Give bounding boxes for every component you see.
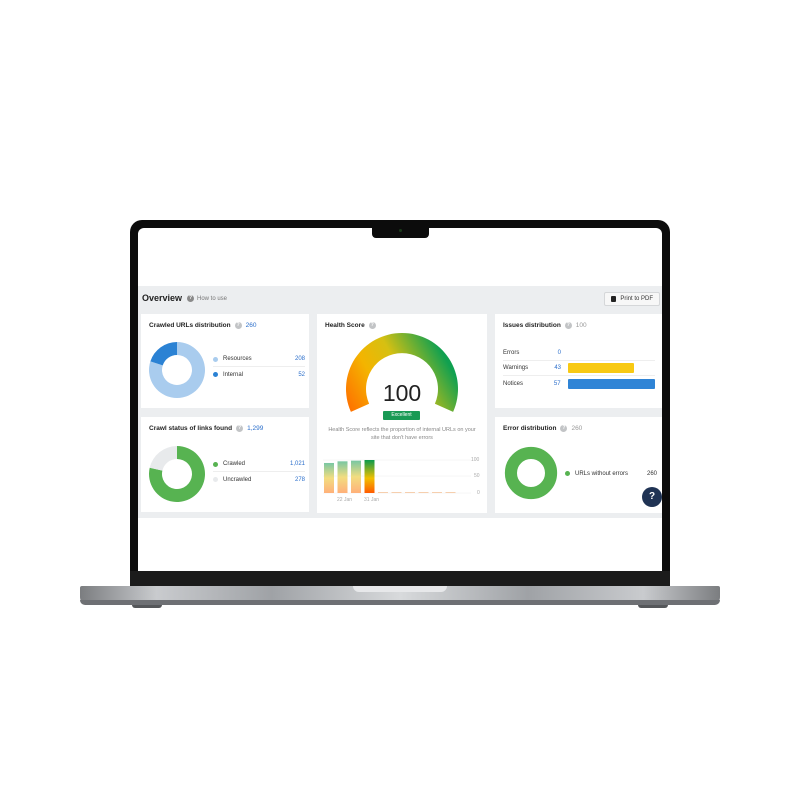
history-bar[interactable] (324, 462, 334, 493)
health-score-badge: Excellent (383, 411, 420, 420)
y-tick-label: 50 (474, 473, 480, 479)
issues-row-warnings[interactable]: Warnings 43 (503, 361, 655, 376)
legend-dot (213, 356, 218, 362)
donut-slice[interactable] (149, 446, 177, 471)
legend-dot (565, 471, 570, 476)
total-count: 260 (571, 425, 583, 432)
laptop-chin (130, 571, 670, 586)
info-icon[interactable]: ? (236, 425, 244, 432)
laptop-thumb-notch (353, 586, 447, 592)
issue-value[interactable]: 43 (545, 365, 561, 371)
legend-dot (213, 372, 218, 377)
health-score-value: 100 (382, 380, 422, 406)
print-label: Print to PDF (620, 296, 653, 302)
info-icon[interactable]: ? (560, 425, 568, 432)
help-button[interactable]: ? (642, 487, 662, 507)
crawled-urls-card: Crawled URLs distribution ? 260 Resource… (141, 314, 309, 408)
legend-item-resources[interactable]: Resources 208 (213, 352, 305, 367)
issue-value[interactable]: 0 (545, 350, 561, 356)
legend-value[interactable]: 260 (647, 471, 657, 477)
print-to-pdf-button[interactable]: Print to PDF (604, 292, 660, 306)
crawled-urls-donut (149, 342, 205, 398)
issue-label: Errors (503, 350, 520, 356)
crawl-status-donut (149, 446, 205, 502)
y-tick-label: 100 (471, 457, 480, 463)
card-title-text: Crawl status of links found (149, 425, 233, 432)
camera-icon (399, 229, 402, 232)
dashboard: Overview ? How to use Print to PDF Crawl… (138, 286, 662, 518)
issue-label: Notices (503, 380, 524, 387)
crawled-urls-legend: Resources 208 Internal 52 (213, 352, 305, 382)
donut-slice[interactable] (504, 446, 558, 500)
history-bar[interactable] (351, 460, 361, 493)
total-count: 100 (575, 322, 587, 329)
issues-distribution-card: Issues distribution ? 100 Errors 0 Warni… (495, 314, 662, 408)
laptop-screen: Overview ? How to use Print to PDF Crawl… (138, 228, 662, 571)
legend-dot (213, 461, 218, 467)
card-title: Crawled URLs distribution ? 260 (149, 322, 256, 329)
card-title-text: Issues distribution (503, 322, 561, 329)
camera-notch (372, 226, 429, 238)
legend-label: Uncrawled (223, 476, 252, 483)
donut-slice[interactable] (150, 342, 177, 366)
issues-row-errors[interactable]: Errors 0 (503, 346, 655, 361)
card-title-text: Health Score (325, 322, 365, 329)
laptop-mockup: Overview ? How to use Print to PDF Crawl… (0, 0, 800, 800)
overview-header: Overview ? How to use Print to PDF (138, 286, 662, 312)
legend-value[interactable]: 208 (295, 356, 305, 362)
legend-label: URLs without errors (575, 470, 629, 477)
error-distribution-donut (504, 446, 558, 500)
history-bar[interactable] (364, 460, 375, 493)
legend-label: Crawled (223, 461, 246, 467)
issue-bar (567, 378, 655, 389)
info-icon[interactable]: ? (564, 322, 572, 329)
issue-bar (568, 363, 635, 373)
how-to-use-label: How to use (197, 295, 228, 302)
card-title-text: Error distribution (503, 425, 557, 432)
crawl-status-legend: Crawled 1,021 Uncrawled 278 (213, 457, 305, 487)
health-score-card: Health Score ? 100 Excellent Health Scor… (317, 314, 487, 513)
page-title: Overview (142, 293, 183, 303)
card-title: Error distribution ? 260 (503, 425, 582, 432)
legend-value[interactable]: 278 (295, 477, 305, 483)
legend-item-urls-without-errors[interactable]: URLs without errors 260 (565, 466, 657, 481)
crawl-status-card: Crawl status of links found ? 1,299 Craw… (141, 417, 309, 512)
total-count: 260 (245, 322, 257, 329)
pdf-file-icon (611, 296, 617, 302)
legend-dot (213, 477, 218, 482)
error-distribution-card: Error distribution ? 260 URLs without er… (495, 417, 662, 513)
card-title: Issues distribution ? 100 (503, 322, 587, 329)
legend-label: Internal (223, 371, 244, 378)
info-icon[interactable]: ? (368, 322, 376, 329)
legend-item-uncrawled[interactable]: Uncrawled 278 (213, 472, 305, 487)
question-icon: ? (187, 295, 194, 302)
card-title-text: Crawled URLs distribution (149, 322, 231, 329)
how-to-use-link[interactable]: ? How to use (187, 295, 227, 302)
laptop-foot-right (638, 605, 668, 608)
health-score-history-chart: 100 50 0 22 Jan 31 Jan (323, 454, 483, 506)
card-title: Health Score ? (325, 322, 376, 329)
card-title: Crawl status of links found ? 1,299 (149, 425, 263, 432)
total-count: 1,299 (247, 425, 264, 432)
error-distribution-legend: URLs without errors 260 (565, 466, 657, 481)
legend-item-internal[interactable]: Internal 52 (213, 367, 305, 382)
legend-value[interactable]: 52 (298, 372, 305, 378)
legend-value[interactable]: 1,021 (290, 461, 305, 467)
info-icon[interactable]: ? (234, 322, 242, 329)
issues-row-notices[interactable]: Notices 57 (503, 376, 655, 391)
y-tick-label: 0 (477, 490, 480, 496)
health-score-description: Health Score reflects the proportion of … (328, 427, 476, 441)
issue-label: Warnings (503, 365, 529, 371)
laptop-foot-left (132, 605, 162, 608)
legend-label: Resources (223, 356, 252, 362)
x-tick-label: 31 Jan (364, 497, 380, 503)
history-bar[interactable] (337, 461, 348, 493)
x-tick-label: 22 Jan (337, 497, 353, 503)
legend-item-crawled[interactable]: Crawled 1,021 (213, 457, 305, 472)
issue-value[interactable]: 57 (545, 381, 561, 387)
